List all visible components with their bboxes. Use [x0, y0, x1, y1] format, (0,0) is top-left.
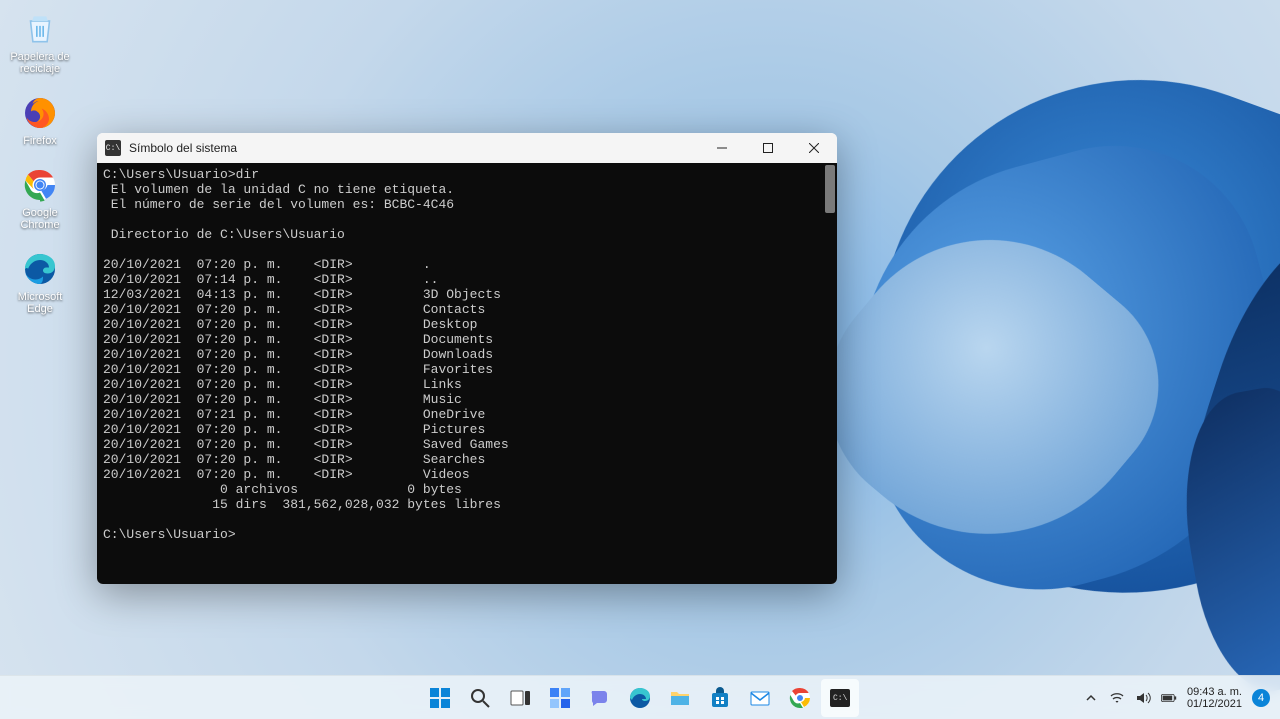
chrome-icon	[19, 165, 61, 205]
search-button[interactable]	[461, 679, 499, 717]
taskbar-terminal-active[interactable]: C:\	[821, 679, 859, 717]
svg-text:C:\: C:\	[833, 694, 848, 703]
maximize-button[interactable]	[745, 133, 791, 163]
recycle-bin-icon	[19, 9, 61, 49]
desktop-icon-label: Firefox	[5, 135, 75, 147]
window-title: Símbolo del sistema	[129, 141, 699, 155]
terminal-output[interactable]: C:\Users\Usuario>dir El volumen de la un…	[97, 163, 837, 584]
desktop-icon-label: Papelera dereciclaje	[5, 51, 75, 75]
taskbar-file-explorer[interactable]	[661, 679, 699, 717]
wifi-icon[interactable]	[1109, 690, 1125, 706]
desktop-icon-edge[interactable]: MicrosoftEdge	[5, 245, 75, 319]
taskbar-chrome[interactable]	[781, 679, 819, 717]
tray-clock[interactable]: 09:43 a. m. 01/12/2021	[1187, 686, 1242, 710]
firefox-icon	[19, 93, 61, 133]
titlebar[interactable]: C:\ Símbolo del sistema	[97, 133, 837, 163]
desktop-icon-label: GoogleChrome	[5, 207, 75, 231]
battery-icon[interactable]	[1161, 690, 1177, 706]
desktop-icons: Papelera dereciclaje Firefox GoogleChrom…	[5, 5, 85, 329]
desktop-icon-firefox[interactable]: Firefox	[5, 89, 75, 151]
widgets-button[interactable]	[541, 679, 579, 717]
close-button[interactable]	[791, 133, 837, 163]
notification-badge[interactable]: 4	[1252, 689, 1270, 707]
tray-time: 09:43 a. m.	[1187, 686, 1242, 698]
edge-icon	[19, 249, 61, 289]
tray-chevron-icon[interactable]	[1083, 690, 1099, 706]
taskbar: C:\ 09:43 a. m. 01/12/2021 4	[0, 675, 1280, 719]
taskbar-edge[interactable]	[621, 679, 659, 717]
taskbar-center: C:\	[421, 679, 859, 717]
tray-date: 01/12/2021	[1187, 698, 1242, 710]
minimize-button[interactable]	[699, 133, 745, 163]
cmd-icon: C:\	[105, 140, 121, 156]
system-tray: 09:43 a. m. 01/12/2021 4	[1083, 686, 1280, 710]
taskview-button[interactable]	[501, 679, 539, 717]
command-prompt-window[interactable]: C:\ Símbolo del sistema C:\Users\Usuario…	[97, 133, 837, 584]
taskbar-store[interactable]	[701, 679, 739, 717]
taskbar-mail[interactable]	[741, 679, 779, 717]
desktop-icon-recycle-bin[interactable]: Papelera dereciclaje	[5, 5, 75, 79]
terminal-scrollbar[interactable]	[825, 165, 835, 213]
start-button[interactable]	[421, 679, 459, 717]
volume-icon[interactable]	[1135, 690, 1151, 706]
desktop-icon-label: MicrosoftEdge	[5, 291, 75, 315]
chat-button[interactable]	[581, 679, 619, 717]
desktop-icon-chrome[interactable]: GoogleChrome	[5, 161, 75, 235]
